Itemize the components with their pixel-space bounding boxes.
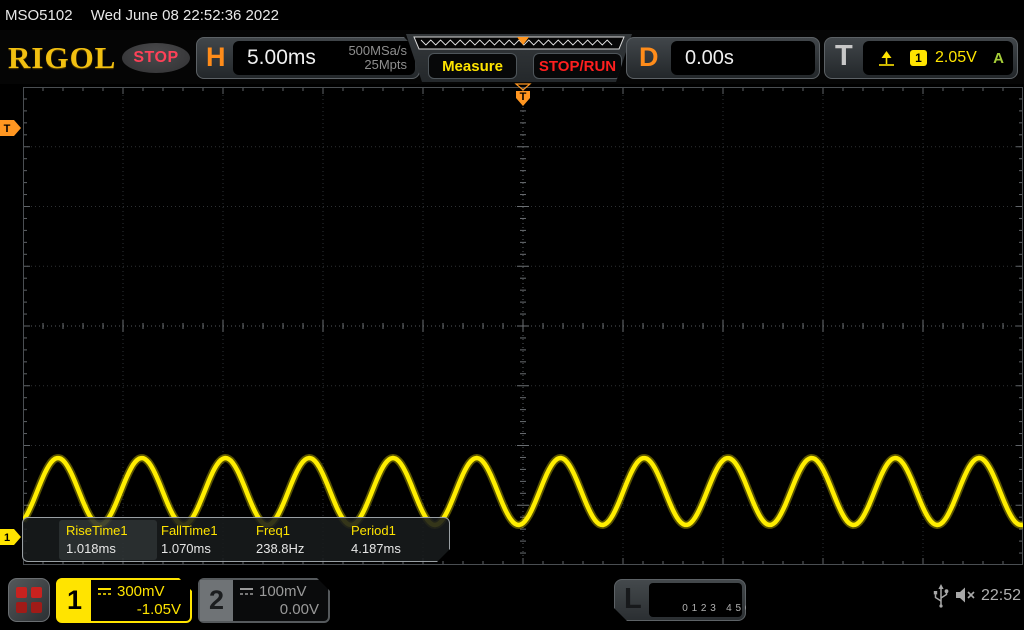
rigol-logo: RIGOL: [8, 40, 117, 75]
system-datetime: Wed June 08 22:52:36 2022: [90, 7, 279, 24]
svg-text:1: 1: [4, 532, 10, 544]
sample-rate: 500MSa/s: [348, 42, 407, 58]
trigger-position-marker[interactable]: T: [513, 83, 533, 109]
channel1-scale: 300mV: [117, 583, 165, 600]
rising-edge-trigger-icon: [879, 50, 894, 66]
dc-coupling-icon: [239, 586, 254, 597]
memory-depth: 25Mpts: [364, 57, 407, 72]
measurement-label: FallTime1: [161, 523, 218, 538]
run-state-badge: STOP: [122, 43, 190, 73]
graticule-and-waveform: [19, 86, 1024, 566]
trigger-sweep-mode: A: [993, 49, 1004, 67]
usb-icon: [933, 584, 949, 608]
trigger-panel[interactable]: T 1 2.05V A: [824, 37, 1018, 79]
timebase-value: 5.00ms: [247, 46, 316, 69]
horizontal-display: 5.00ms 500MSa/s 25Mpts: [233, 41, 415, 75]
measurement-value: 1.018ms: [66, 541, 116, 556]
measurement-results-panel: RiseTime1 1.018ms FallTime1 1.070ms Freq…: [22, 517, 450, 562]
bottom-bar: 1 300mV -1.05V 2 100mV 0.00V L 0 1 2 3 4…: [0, 565, 1024, 630]
delay-panel[interactable]: D 0.00s: [626, 37, 820, 79]
channel1-settings: 300mV -1.05V: [91, 580, 190, 621]
model-name: MSO5102: [5, 7, 73, 24]
svg-text:T: T: [4, 123, 11, 135]
delay-label: D: [639, 42, 659, 72]
logic-label: L: [624, 583, 642, 615]
waveform-preview-group: Measure STOP/RUN: [406, 34, 632, 82]
channel1-number: 1: [58, 580, 91, 621]
measurement-value: 4.187ms: [351, 541, 401, 556]
delay-value: 0.00s: [685, 46, 734, 69]
channel2-number: 2: [200, 580, 233, 621]
trigger-level-marker[interactable]: T: [0, 119, 22, 137]
horizontal-label: H: [206, 42, 226, 72]
logic-row1: 0 1 2 3 4 5 6 7: [682, 602, 761, 614]
measurement-value: 238.8Hz: [256, 541, 305, 556]
channel1-offset: -1.05V: [136, 601, 181, 618]
measure-button[interactable]: Measure: [428, 53, 517, 79]
measurement-label: RiseTime1: [66, 523, 128, 538]
svg-text:T: T: [520, 91, 527, 103]
logic-channel-list: 0 1 2 3 4 5 6 7 8 9 10 11 12 13 14 15: [649, 583, 742, 617]
channel2-block[interactable]: 2 100mV 0.00V: [198, 578, 330, 623]
acquisition-rates: 500MSa/s 25Mpts: [348, 44, 407, 73]
measurement-value: 1.070ms: [161, 541, 211, 556]
channel1-block[interactable]: 1 300mV -1.05V: [56, 578, 192, 623]
logic-analyzer-block[interactable]: L 0 1 2 3 4 5 6 7 8 9 10 11 12 13 14 15: [614, 579, 746, 621]
channel2-settings: 100mV 0.00V: [233, 580, 328, 621]
measurement-label: Period1: [351, 523, 396, 538]
main-menu-button[interactable]: [8, 578, 50, 622]
oscilloscope-screen: MSO5102 Wed June 08 22:52:36 2022 RIGOL …: [0, 0, 1024, 630]
header-bar: RIGOL STOP H 5.00ms 500MSa/s 25Mpts Meas…: [0, 30, 1024, 84]
stop-run-button[interactable]: STOP/RUN: [533, 53, 622, 79]
grid-menu-icon: [16, 587, 42, 613]
delay-display: 0.00s: [671, 41, 815, 75]
dc-coupling-icon: [97, 586, 112, 597]
memory-waveform-preview[interactable]: [413, 36, 625, 50]
channel2-scale: 100mV: [259, 583, 307, 600]
channel1-reference-marker[interactable]: 1: [0, 528, 22, 546]
channel2-offset: 0.00V: [279, 601, 319, 618]
measurement-label: Freq1: [256, 523, 290, 538]
trigger-label: T: [835, 40, 853, 72]
horizontal-panel[interactable]: H 5.00ms 500MSa/s 25Mpts: [196, 37, 420, 79]
speaker-muted-icon: [956, 587, 975, 603]
trigger-display: 1 2.05V A: [863, 41, 1013, 75]
trigger-level-value: 2.05V: [935, 49, 977, 66]
status-clock: 22:52: [981, 587, 1022, 604]
waveform-display-area: [19, 86, 1024, 566]
trigger-source-badge: 1: [910, 50, 927, 66]
titlebar: MSO5102 Wed June 08 22:52:36 2022: [0, 0, 1024, 30]
